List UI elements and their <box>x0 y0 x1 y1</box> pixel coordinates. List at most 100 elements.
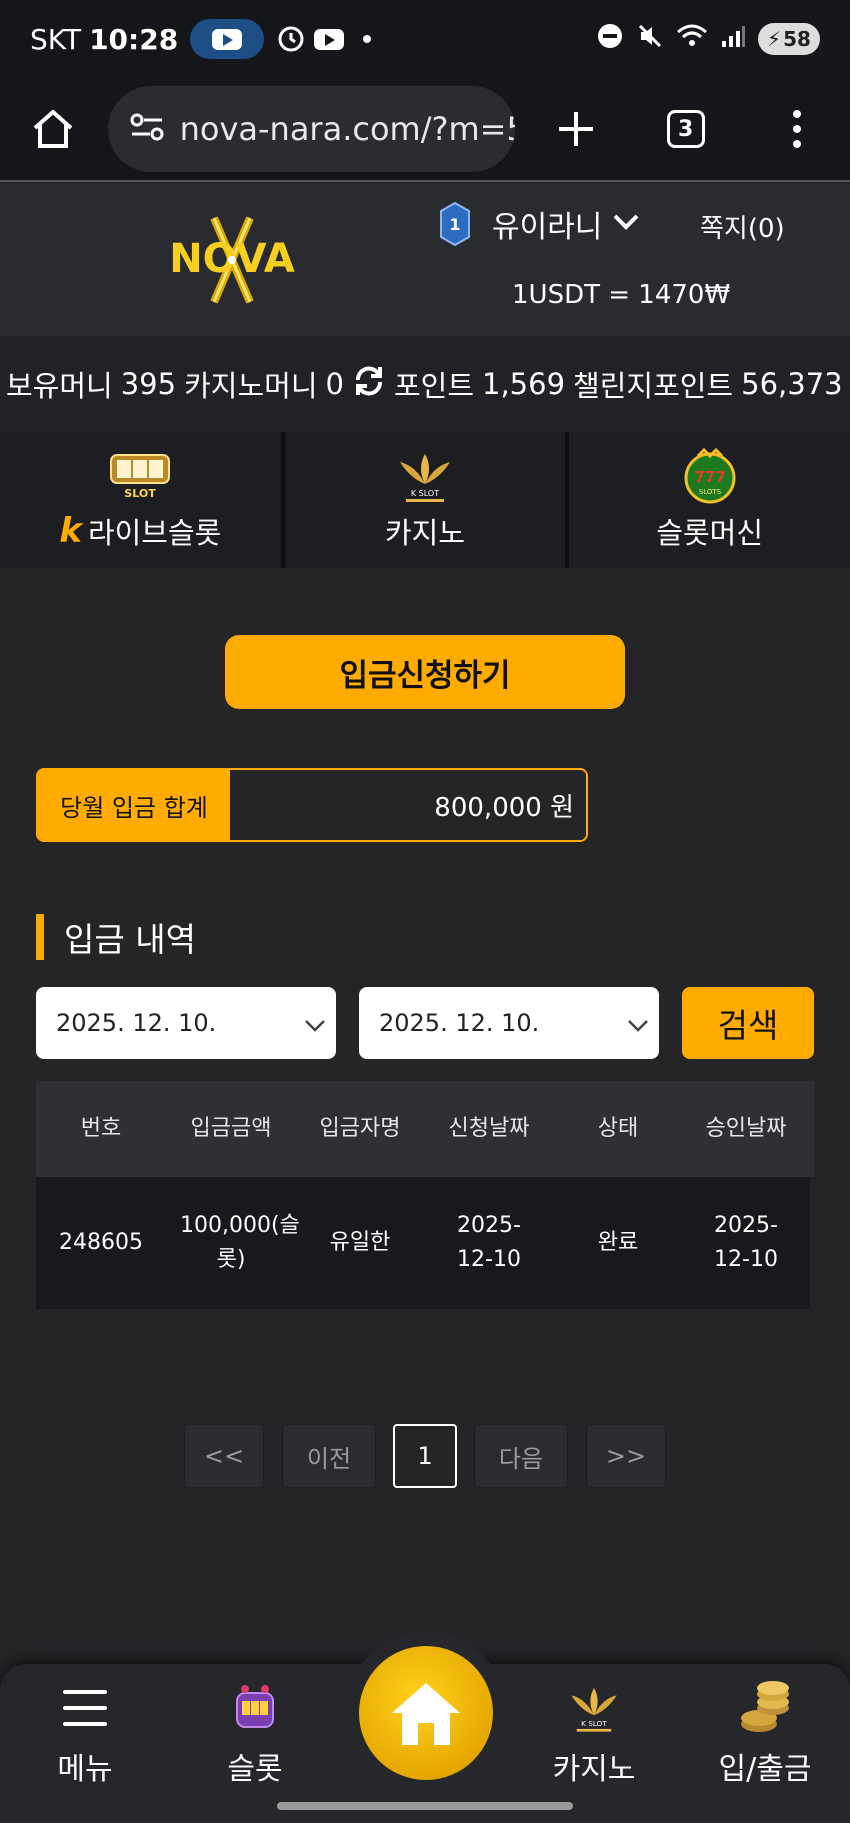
cell-request-date: 2025-12-10 <box>457 1213 521 1272</box>
home-icon[interactable] <box>18 94 88 164</box>
point-label: 포인트 <box>393 369 474 403</box>
challenge-point-label: 챌린지포인트 <box>573 369 734 403</box>
first-page-button[interactable]: << <box>184 1424 264 1488</box>
site-settings-icon[interactable] <box>130 113 164 145</box>
gesture-bar[interactable] <box>277 1802 573 1810</box>
nav-banking[interactable]: 입/출금 <box>705 1678 825 1788</box>
cell-amount: 100,000(슬롯) <box>180 1213 300 1272</box>
casino-lotus-icon: K SLOT <box>564 1678 624 1738</box>
charging-bolt-icon: ⚡ <box>767 27 782 51</box>
table-header: 번호 입금금액 입금자명 신청날짜 상태 승인날짜 <box>36 1081 814 1177</box>
table-row: 248605 100,000(슬롯) 유일한 2025-12-10 완료 202… <box>36 1177 810 1309</box>
tab-live-slot-label: 라이브슬롯 <box>87 516 222 550</box>
chevron-down-icon[interactable] <box>612 213 640 235</box>
column-header: 입금자명 <box>319 1116 401 1141</box>
casino-money-value: 0 <box>325 367 344 401</box>
category-tabs: SLOT k 라이브슬롯 K SLOT 카지노 777 SLOTS 슬롯머신 <box>0 432 850 568</box>
date-from-value: 2025. 12. 10. <box>56 1009 217 1037</box>
exchange-rate: 1USDT = 1470₩ <box>512 280 731 310</box>
messages-link[interactable]: 쪽지(0) <box>700 208 785 245</box>
tab-casino[interactable]: K SLOT 카지노 <box>284 432 570 568</box>
do-not-disturb-icon <box>596 22 624 57</box>
tab-slot-machine-label: 슬롯머신 <box>656 516 764 550</box>
tab-count: 3 <box>666 110 705 148</box>
date-to-value: 2025. 12. 10. <box>379 1009 540 1037</box>
current-page-button[interactable]: 1 <box>393 1424 457 1488</box>
battery-indicator: ⚡ 58 <box>758 23 820 55</box>
svg-text:SLOT: SLOT <box>125 487 157 500</box>
clock: 10:28 <box>89 22 179 56</box>
tab-switcher-button[interactable]: 3 <box>651 94 721 164</box>
deposit-history-title: 입금 내역 <box>36 914 196 960</box>
holding-money-value: 395 <box>120 367 177 401</box>
username[interactable]: 유이라니 <box>492 202 602 246</box>
refresh-icon[interactable] <box>352 364 386 405</box>
last-page-button[interactable]: >> <box>586 1424 666 1488</box>
chevron-down-icon <box>304 1011 326 1039</box>
column-header: 신청날짜 <box>448 1116 530 1141</box>
battery-level: 58 <box>783 27 811 51</box>
mute-icon <box>636 22 664 57</box>
chevron-down-icon <box>627 1011 649 1039</box>
nav-slot-label: 슬롯 <box>227 1752 283 1787</box>
monthly-total-value: 800,000 원 <box>230 770 586 840</box>
date-from-select[interactable]: 2025. 12. 10. <box>36 987 336 1059</box>
bottom-navigation: 메뉴 슬롯 K SLOT 카지노 입/출금 <box>0 1632 850 1823</box>
overflow-menu-icon[interactable] <box>762 94 832 164</box>
tab-live-slot[interactable]: SLOT k 라이브슬롯 <box>0 432 285 568</box>
deposit-history-table: 번호 입금금액 입금자명 신청날짜 상태 승인날짜 248605 100,000… <box>36 1081 814 1309</box>
browser-toolbar: nova-nara.com/?m=5 3 <box>0 78 850 182</box>
next-page-button[interactable]: 다음 <box>474 1424 568 1488</box>
balance-bar: 보유머니 395 카지노머니 0 포인트 1,569 챌린지포인트 56,373 <box>0 336 850 432</box>
monthly-deposit-total: 당월 입금 합계 800,000 원 <box>36 768 588 842</box>
nav-casino[interactable]: K SLOT 카지노 <box>534 1678 654 1788</box>
column-header: 승인날짜 <box>705 1116 787 1141</box>
slot-machine-icon: 777 SLOTS <box>680 448 740 504</box>
cell-status: 완료 <box>597 1230 639 1255</box>
url-text[interactable]: nova-nara.com/?m=5 <box>180 110 516 148</box>
prev-page-button[interactable]: 이전 <box>282 1424 376 1488</box>
youtube-notification-icon <box>190 19 265 59</box>
casino-money-label: 카지노머니 <box>184 369 318 403</box>
slot-machine-icon <box>231 1678 279 1738</box>
cell-approval-date: 2025-12-10 <box>714 1213 778 1272</box>
nav-slot[interactable]: 슬롯 <box>195 1678 315 1788</box>
status-bar: SKT 10:28 ⚡ 58 <box>0 0 850 78</box>
svg-text:SLOTS: SLOTS <box>699 488 722 496</box>
level-number: 1 <box>449 215 460 234</box>
youtube-icon <box>314 24 345 54</box>
tab-slot-machine[interactable]: 777 SLOTS 슬롯머신 <box>569 432 850 568</box>
column-header: 상태 <box>597 1116 639 1141</box>
nav-menu-label: 메뉴 <box>57 1752 113 1787</box>
point-value: 1,569 <box>482 367 566 401</box>
monthly-total-label: 당월 입금 합계 <box>38 770 230 840</box>
column-header: 번호 <box>80 1116 122 1141</box>
home-button[interactable] <box>345 1632 507 1794</box>
svg-text:K SLOT: K SLOT <box>581 1719 607 1728</box>
k-brand-icon: k <box>59 511 82 551</box>
holding-money-label: 보유머니 <box>6 369 113 403</box>
carrier-label: SKT <box>30 22 82 56</box>
new-tab-icon[interactable] <box>541 94 611 164</box>
svg-text:K SLOT: K SLOT <box>411 489 439 498</box>
nav-casino-label: 카지노 <box>552 1752 636 1787</box>
cell-number: 248605 <box>59 1230 143 1255</box>
address-bar[interactable]: nova-nara.com/?m=5 <box>107 86 516 172</box>
challenge-point-value: 56,373 <box>741 367 843 401</box>
site-header: NOVA 1 유이라니 쪽지(0) 1USDT = 1470₩ <box>0 184 850 336</box>
cell-depositor: 유일한 <box>329 1230 391 1255</box>
date-to-select[interactable]: 2025. 12. 10. <box>359 987 659 1059</box>
nav-banking-label: 입/출금 <box>718 1752 812 1787</box>
signal-icon <box>720 23 746 56</box>
tab-casino-label: 카지노 <box>384 516 466 550</box>
svg-text:777: 777 <box>694 468 725 486</box>
wifi-icon <box>676 22 708 57</box>
deposit-request-button[interactable]: 입금신청하기 <box>225 635 625 709</box>
column-header: 입금금액 <box>190 1116 272 1141</box>
user-menu[interactable]: 1 유이라니 <box>440 201 640 247</box>
nova-logo[interactable]: NOVA <box>142 214 322 306</box>
hamburger-menu-icon <box>61 1678 109 1738</box>
search-button[interactable]: 검색 <box>682 987 814 1059</box>
alarm-icon <box>276 24 306 54</box>
nav-menu[interactable]: 메뉴 <box>25 1678 145 1788</box>
